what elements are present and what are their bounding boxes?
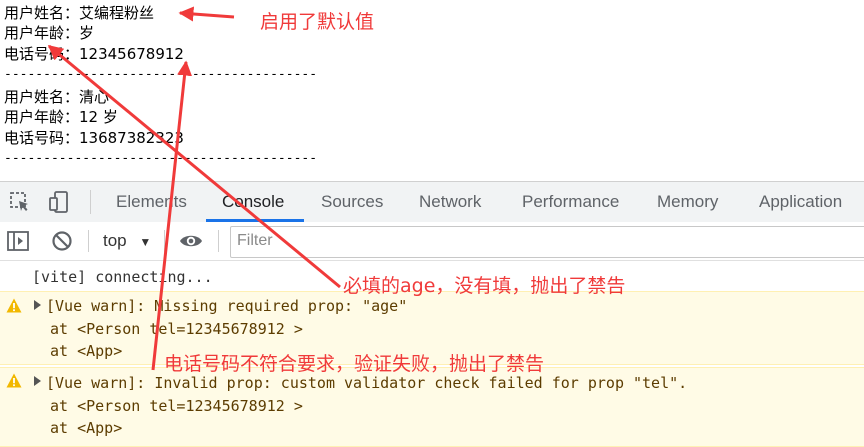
toolbar-separator xyxy=(164,230,165,252)
divider-line: ---------------------------------------- xyxy=(4,67,318,82)
tab-performance[interactable]: Performance xyxy=(522,182,619,222)
eye-icon[interactable] xyxy=(179,229,203,253)
tabbar-separator xyxy=(90,190,91,214)
annotation-age-required: 必填的age，没有填，抛出了禁告 xyxy=(343,275,626,297)
device-toolbar-icon[interactable] xyxy=(48,190,72,214)
console-toolbar: top ▼ xyxy=(0,222,864,261)
filter-input[interactable] xyxy=(231,227,843,255)
user2-tel-line: 电话号码：13687382323 xyxy=(4,129,184,147)
tab-network[interactable]: Network xyxy=(419,182,481,222)
user1-age-line: 用户年龄：岁 xyxy=(4,24,95,42)
warning-message: [Vue warn]: Invalid prop: custom validat… xyxy=(0,367,864,447)
stack-trace-line[interactable]: at <Person tel=12345678912 > xyxy=(50,395,303,417)
tab-sources[interactable]: Sources xyxy=(321,182,383,222)
annotation-tel-invalid: 电话号码不符合要求，验证失败，抛出了禁告 xyxy=(164,353,545,375)
user2-age-line: 用户年龄：12 岁 xyxy=(4,108,118,126)
context-selector[interactable]: top ▼ xyxy=(103,222,151,260)
user1-name-line: 用户姓名：艾编程粉丝 xyxy=(4,4,155,22)
stack-trace-line[interactable]: at <Person tel=12345678912 > xyxy=(50,318,303,340)
console-log-line: [vite] connecting... xyxy=(32,268,213,286)
toolbar-separator xyxy=(88,230,89,252)
tab-console[interactable]: Console xyxy=(222,182,284,222)
warning-icon xyxy=(6,298,22,313)
dropdown-arrow-icon: ▼ xyxy=(139,235,152,249)
expand-arrow-icon[interactable] xyxy=(34,376,41,386)
divider-line: ---------------------------------------- xyxy=(4,151,318,166)
filter-box xyxy=(230,226,864,258)
toolbar-separator xyxy=(218,230,219,252)
sidebar-toggle-icon[interactable] xyxy=(6,229,30,253)
devtools-tabbar: Elements Console Sources Network Perform… xyxy=(0,181,864,223)
expand-arrow-icon[interactable] xyxy=(34,300,41,310)
tab-memory[interactable]: Memory xyxy=(657,182,718,222)
annotation-default-value: 启用了默认值 xyxy=(260,11,375,33)
stack-trace-line[interactable]: at <App> xyxy=(50,340,122,362)
clear-console-icon[interactable] xyxy=(50,229,74,253)
user1-tel-line: 电话号码：12345678912 xyxy=(4,45,184,63)
user2-name-line: 用户姓名：清心 xyxy=(4,88,110,106)
tab-application[interactable]: Application xyxy=(759,182,842,222)
stack-trace-line[interactable]: at <App> xyxy=(50,417,122,439)
warning-icon xyxy=(6,373,22,388)
rendered-page: 用户姓名：艾编程粉丝 用户年龄：岁 电话号码：12345678912 -----… xyxy=(0,0,864,180)
inspect-element-icon[interactable] xyxy=(8,190,32,214)
tab-elements[interactable]: Elements xyxy=(116,182,187,222)
context-label: top xyxy=(103,231,127,250)
warning-text: [Vue warn]: Missing required prop: "age" xyxy=(46,297,408,315)
